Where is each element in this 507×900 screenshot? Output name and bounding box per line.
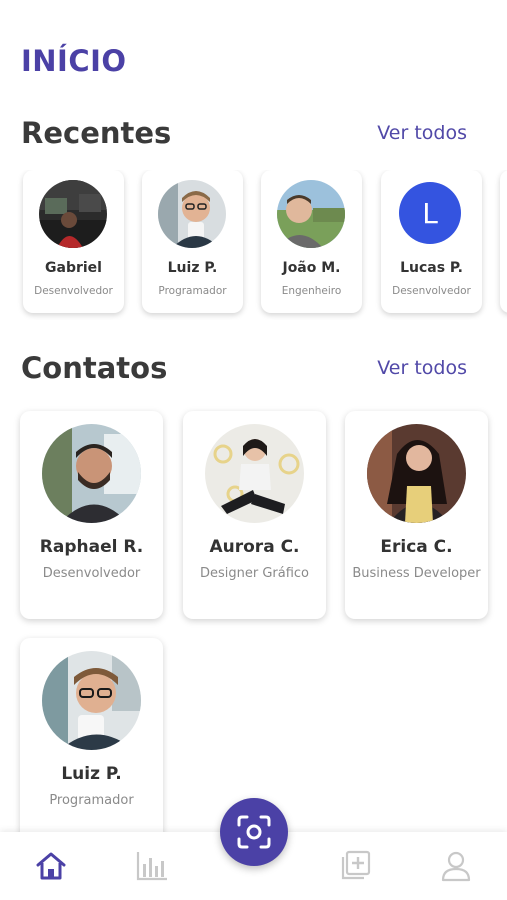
avatar [42, 424, 141, 523]
contact-card-name: Raphael R. [39, 537, 144, 557]
add-card-icon [341, 850, 371, 880]
nav-home[interactable] [33, 848, 69, 884]
profile-icon [441, 851, 471, 882]
scan-button[interactable] [220, 798, 288, 866]
recent-card-name: Gabriel [45, 260, 102, 276]
home-icon [36, 852, 66, 880]
contact-card-aurora[interactable]: Aurora C. Designer Gráfico [183, 411, 326, 619]
avatar-initial: L [399, 182, 461, 244]
avatar [205, 424, 304, 523]
avatar [39, 180, 107, 248]
contact-card-raphael[interactable]: Raphael R. Desenvolvedor [20, 411, 163, 619]
recentes-see-all-link[interactable]: Ver todos [377, 122, 467, 144]
scan-face-icon [237, 815, 271, 849]
recent-card-partial[interactable] [500, 170, 507, 313]
recent-card-name: Lucas P. [400, 260, 463, 276]
recent-card-lucas[interactable]: L Lucas P. Desenvolvedor [381, 170, 482, 313]
contact-card-name: Luiz P. [61, 764, 122, 784]
recent-card-role: Programador [158, 285, 227, 297]
recent-card-gabriel[interactable]: Gabriel Desenvolvedor [23, 170, 124, 313]
page-title: INÍCIO [21, 44, 127, 78]
recent-card-role: Desenvolvedor [392, 285, 471, 297]
nav-add-contact[interactable] [337, 848, 373, 884]
avatar [42, 651, 141, 750]
nav-profile[interactable] [438, 848, 474, 884]
contact-card-name: Aurora C. [209, 537, 300, 557]
avatar-initial-letter: L [422, 196, 438, 230]
recent-card-role: Desenvolvedor [34, 285, 113, 297]
contatos-title: Contatos [21, 351, 168, 385]
contact-card-role: Business Developer [352, 566, 481, 581]
avatar [158, 180, 226, 248]
recent-card-name: Luiz P. [167, 260, 218, 276]
recent-card-name: João M. [282, 260, 341, 276]
contact-card-name: Erica C. [380, 537, 453, 557]
recent-card-role: Engenheiro [281, 285, 342, 297]
avatar [367, 424, 466, 523]
recentes-title: Recentes [21, 116, 172, 150]
contatos-header: Contatos Ver todos [21, 351, 467, 385]
bar-chart-icon [136, 852, 167, 881]
recent-card-luiz[interactable]: Luiz P. Programador [142, 170, 243, 313]
nav-stats[interactable] [134, 848, 170, 884]
recentes-carousel[interactable]: Gabriel Desenvolvedor Luiz P. Programado… [0, 170, 507, 320]
contatos-see-all-link[interactable]: Ver todos [377, 357, 467, 379]
recent-card-joao[interactable]: João M. Engenheiro [261, 170, 362, 313]
contact-card-erica[interactable]: Erica C. Business Developer [345, 411, 488, 619]
recentes-header: Recentes Ver todos [21, 116, 467, 150]
contact-card-role: Desenvolvedor [42, 566, 141, 581]
avatar [277, 180, 345, 248]
contact-card-luiz[interactable]: Luiz P. Programador [20, 638, 163, 846]
contact-card-role: Programador [49, 793, 134, 808]
contact-card-role: Designer Gráfico [199, 566, 310, 581]
